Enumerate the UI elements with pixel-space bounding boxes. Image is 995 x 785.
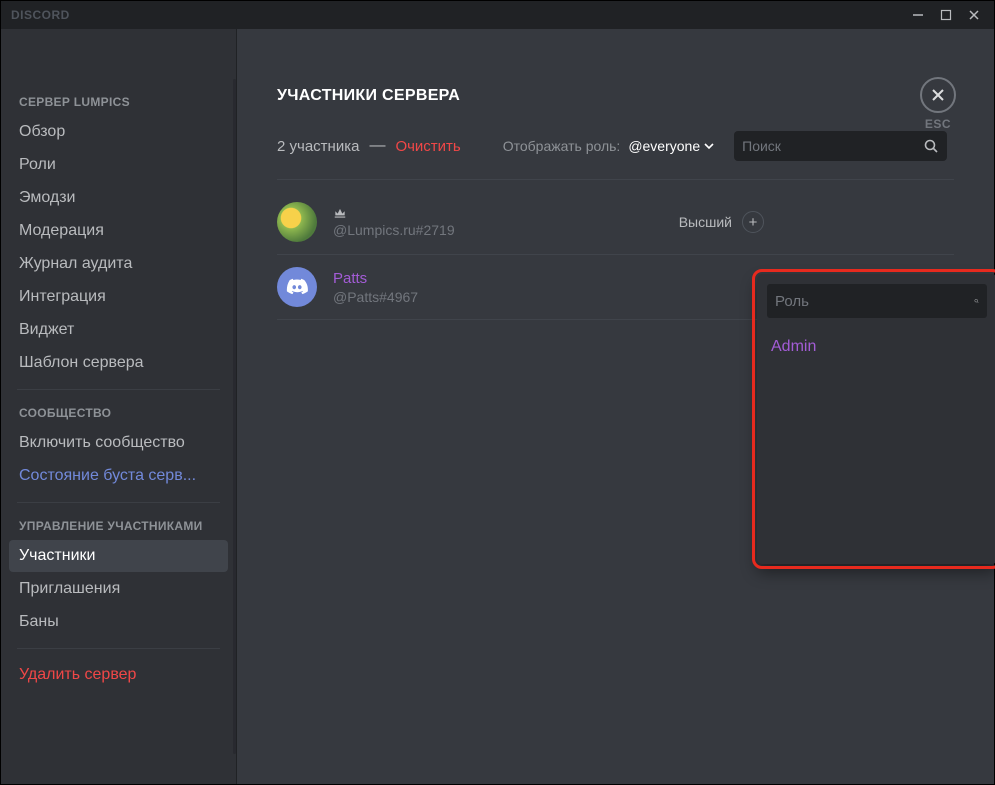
role-search-input[interactable] xyxy=(775,293,974,310)
close-settings-button[interactable] xyxy=(920,77,956,113)
sidebar-item-bans[interactable]: Баны xyxy=(9,606,228,638)
sidebar-item-audit-log[interactable]: Журнал аудита xyxy=(9,248,228,280)
chevron-down-icon xyxy=(704,141,714,151)
main-content: ESC Участники сервера 2 участника — Очис… xyxy=(237,29,994,784)
sidebar-header-user-management: Управление участниками xyxy=(9,513,228,539)
member-row[interactable]: @Lumpics.ru#2719 Высший + xyxy=(277,190,954,255)
sidebar-header-community: Сообщество xyxy=(9,400,228,426)
sidebar-header-server: СЕРВЕР LUMPICS xyxy=(9,89,228,115)
sidebar-item-integrations[interactable]: Интеграция xyxy=(9,281,228,313)
owner-crown-icon xyxy=(333,206,347,220)
sidebar-item-widget[interactable]: Виджет xyxy=(9,314,228,346)
search-icon xyxy=(923,138,939,154)
close-icon xyxy=(968,9,980,21)
maximize-icon xyxy=(940,9,952,21)
sidebar-item-overview[interactable]: Обзор xyxy=(9,116,228,148)
discord-logo-icon xyxy=(286,276,308,298)
sidebar-item-invites[interactable]: Приглашения xyxy=(9,573,228,605)
sidebar-item-emoji[interactable]: Эмодзи xyxy=(9,182,228,214)
member-count: 2 участника xyxy=(277,138,359,155)
role-filter-label: Отображать роль: xyxy=(503,138,621,154)
window-titlebar: DISCORD xyxy=(1,1,994,29)
app-brand: DISCORD xyxy=(11,8,70,22)
member-display-name: Patts xyxy=(333,270,473,287)
member-name-line xyxy=(333,206,473,220)
sidebar-item-boost-status[interactable]: Состояние буста серв... xyxy=(9,460,228,492)
window-maximize-button[interactable] xyxy=(932,4,960,26)
clear-members-link[interactable]: Очистить xyxy=(395,138,460,155)
close-icon xyxy=(930,87,946,103)
settings-sidebar: СЕРВЕР LUMPICS Обзор Роли Эмодзи Модерац… xyxy=(1,29,237,784)
window-minimize-button[interactable] xyxy=(904,4,932,26)
avatar xyxy=(277,202,317,242)
minimize-icon xyxy=(912,9,924,21)
sidebar-item-delete-server[interactable]: Удалить сервер xyxy=(9,659,228,691)
member-tag: @Lumpics.ru#2719 xyxy=(333,222,473,238)
role-picker-popover: Admin xyxy=(757,274,995,564)
page-title: Участники сервера xyxy=(277,87,954,105)
esc-label: ESC xyxy=(925,117,951,131)
sidebar-item-moderation[interactable]: Модерация xyxy=(9,215,228,247)
sidebar-item-roles[interactable]: Роли xyxy=(9,149,228,181)
member-search-input[interactable] xyxy=(742,138,923,154)
sidebar-item-enable-community[interactable]: Включить сообщество xyxy=(9,427,228,459)
search-icon xyxy=(974,293,979,309)
sidebar-separator xyxy=(17,648,220,649)
role-search-box[interactable] xyxy=(767,284,987,318)
role-filter-dropdown[interactable]: @everyone xyxy=(628,138,714,154)
window-close-button[interactable] xyxy=(960,4,988,26)
member-search-box[interactable] xyxy=(734,131,947,161)
member-highest-role-label: Высший xyxy=(679,214,732,230)
sidebar-item-members[interactable]: Участники xyxy=(9,540,228,572)
member-tag: @Patts#4967 xyxy=(333,289,473,305)
role-option-admin[interactable]: Admin xyxy=(767,332,987,362)
sidebar-item-template[interactable]: Шаблон сервера xyxy=(9,347,228,379)
sidebar-separator xyxy=(17,502,220,503)
members-toolbar: 2 участника — Очистить Отображать роль: … xyxy=(277,131,954,180)
add-role-button[interactable]: + xyxy=(742,211,764,233)
avatar xyxy=(277,267,317,307)
sidebar-separator xyxy=(17,389,220,390)
